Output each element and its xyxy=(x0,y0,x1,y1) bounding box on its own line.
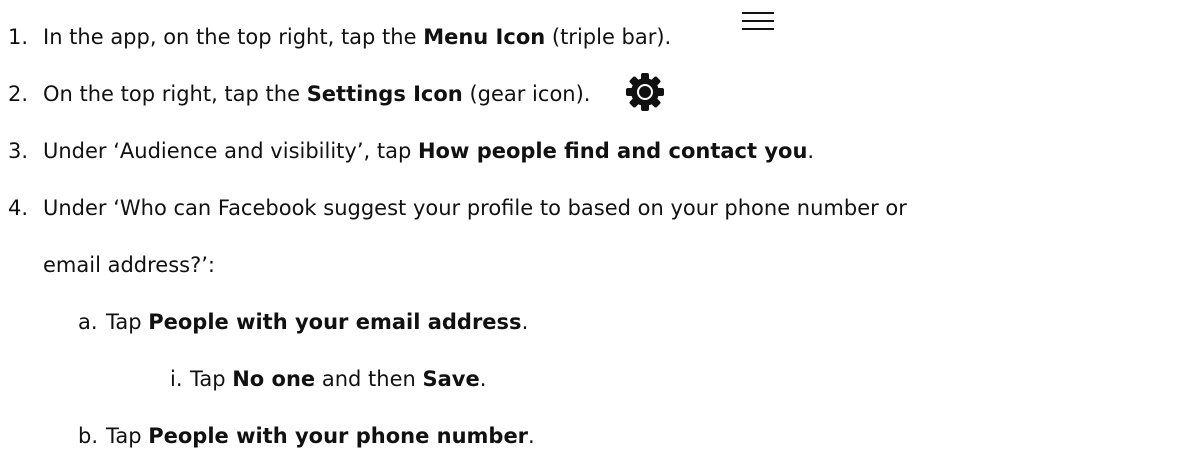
step-text: In the app, on the top right, tap the Me… xyxy=(43,25,672,49)
step-text: Under ‘Who can Facebook suggest your pro… xyxy=(43,196,907,220)
how-people-find-label: How people find and contact you xyxy=(417,139,808,163)
menu-icon-label: Menu Icon xyxy=(423,25,546,49)
substep-letter: a. xyxy=(78,310,98,334)
step-text: email address?’: xyxy=(43,253,215,277)
substep-letter: b. xyxy=(78,424,99,448)
step-number: 4. xyxy=(8,196,29,220)
instructions-document: 1. In the app, on the top right, tap the… xyxy=(0,0,1185,461)
step-number: 3. xyxy=(8,139,29,163)
email-option-label: People with your email address xyxy=(148,310,522,334)
no-one-option-label: No one xyxy=(232,367,316,391)
substep-text: Tap People with your phone number. xyxy=(106,424,535,448)
settings-icon-label: Settings Icon xyxy=(306,82,463,106)
step-number: 2. xyxy=(8,82,29,106)
phone-option-label: People with your phone number xyxy=(148,424,529,448)
substep-text: Tap People with your email address. xyxy=(106,310,529,334)
substep-roman: i. xyxy=(170,367,183,391)
step-text: Under ‘Audience and visibility’, tap How… xyxy=(43,139,815,163)
save-label: Save xyxy=(422,367,480,391)
gear-icon xyxy=(626,73,664,111)
menu-icon xyxy=(742,12,774,32)
substep-text: Tap No one and then Save. xyxy=(190,367,487,391)
step-number: 1. xyxy=(8,25,29,49)
step-text: On the top right, tap the Settings Icon … xyxy=(43,82,591,106)
